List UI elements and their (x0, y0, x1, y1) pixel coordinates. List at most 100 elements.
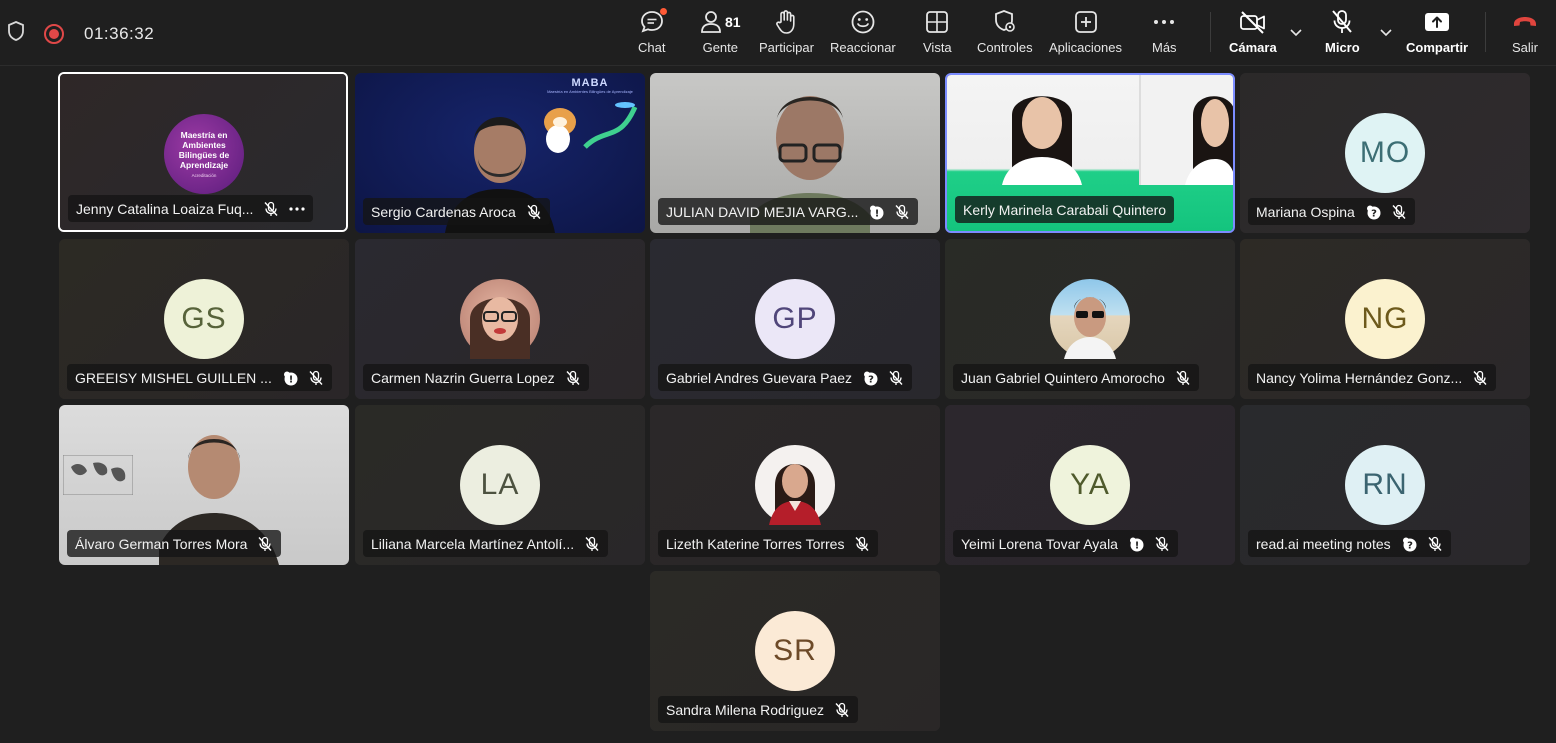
share-screen-icon (1424, 8, 1450, 36)
avatar-initials: NG (1361, 302, 1409, 335)
avatar-initials: YA (1070, 468, 1110, 501)
chat-label: Chat (638, 40, 666, 55)
participant-tile[interactable]: MABA Maestría en Ambientes Bilingües de … (355, 73, 645, 233)
wall-map-decoration (63, 455, 133, 495)
add-app-icon (1074, 8, 1098, 36)
avatar-initials: MO (1359, 136, 1411, 169)
participant-tile[interactable]: SR Sandra Milena Rodriguez (650, 571, 940, 731)
participant-tile[interactable]: Maestría en Ambientes Bilingües de Apren… (58, 72, 348, 232)
camera-off-icon (1239, 8, 1267, 36)
avatar: GP (755, 279, 835, 359)
participant-tile[interactable]: YA Yeimi Lorena Tovar Ayala ! (945, 405, 1235, 565)
participant-name: Juan Gabriel Quintero Amorocho (961, 369, 1165, 386)
participant-tile[interactable]: LA Liliana Marcela Martínez Antolí... (355, 405, 645, 565)
participant-tile[interactable]: JULIAN DAVID MEJIA VARG... ! (650, 73, 940, 233)
end-call-icon (1512, 8, 1538, 36)
participant-tile[interactable]: Juan Gabriel Quintero Amorocho (945, 239, 1235, 399)
participant-name: Carmen Nazrin Guerra Lopez (371, 369, 555, 386)
security-shield-icon[interactable] (6, 20, 26, 47)
avatar-photo (460, 279, 540, 359)
recording-icon[interactable] (44, 23, 64, 44)
leave-label: Salir (1512, 40, 1539, 55)
raise-hand-icon (774, 8, 798, 36)
participant-name: Jenny Catalina Loaiza Fuq... (76, 200, 254, 217)
svg-text:?: ? (868, 374, 874, 385)
nameplate: Lizeth Katerine Torres Torres (658, 530, 879, 557)
svg-text:!: ! (875, 208, 880, 219)
participant-tile[interactable]: Kerly Marinela Carabali Quintero (945, 73, 1235, 233)
meeting-toolbar: 01:36:32 Chat 81 Gente Participar Reacci… (0, 0, 1556, 66)
avatar-photo (1050, 279, 1130, 359)
mic-muted-icon (1391, 204, 1407, 220)
participant-name: Liliana Marcela Martínez Antolí... (371, 535, 575, 552)
nameplate: Gabriel Andres Guevara Paez ? (658, 364, 912, 391)
program-logo: Maestría en Ambientes Bilingües de Apren… (164, 114, 244, 194)
host-controls-button[interactable]: Controles (977, 8, 1033, 55)
participant-silhouette-secondary (1185, 96, 1233, 185)
mic-off-icon (1330, 8, 1354, 36)
camera-options-chevron-icon[interactable] (1290, 24, 1302, 42)
chat-button[interactable]: Chat (638, 8, 667, 55)
people-button[interactable]: 81 Gente (700, 8, 741, 55)
nameplate: read.ai meeting notes ? (1248, 530, 1451, 557)
mic-muted-icon (263, 201, 279, 217)
avatar: LA (460, 445, 540, 525)
participant-tile[interactable]: Álvaro German Torres Mora (59, 405, 349, 565)
mic-muted-icon (1427, 536, 1443, 552)
nameplate: Carmen Nazrin Guerra Lopez (363, 364, 589, 391)
participant-tile[interactable]: Carmen Nazrin Guerra Lopez (355, 239, 645, 399)
view-button[interactable]: Vista (923, 8, 952, 55)
unverified-badge-icon: ! (868, 204, 884, 220)
participant-name: Yeimi Lorena Tovar Ayala (961, 535, 1118, 552)
people-label: Gente (702, 40, 738, 55)
meeting-status: 01:36:32 (6, 20, 154, 47)
chat-icon (639, 8, 667, 36)
participant-tile[interactable]: GP Gabriel Andres Guevara Paez ? (650, 239, 940, 399)
more-dots-icon (1152, 8, 1176, 36)
participant-tile[interactable]: MO Mariana Ospina ? (1240, 73, 1530, 233)
avatar: YA (1050, 445, 1130, 525)
unverified-badge-icon: ? (862, 370, 878, 386)
nameplate: Sergio Cardenas Aroca (363, 198, 550, 225)
controls-label: Controles (977, 40, 1033, 55)
people-count: 81 (725, 14, 741, 30)
mic-label: Micro (1325, 40, 1360, 55)
share-screen-button[interactable]: Compartir (1406, 8, 1468, 55)
participant-tile[interactable]: Lizeth Katerine Torres Torres (650, 405, 940, 565)
mic-options-chevron-icon[interactable] (1380, 24, 1392, 42)
leave-button[interactable]: Salir (1512, 8, 1538, 55)
participant-name: read.ai meeting notes (1256, 535, 1391, 552)
participant-name: GREEISY MISHEL GUILLEN ... (75, 369, 272, 386)
participant-tile[interactable]: NG Nancy Yolima Hernández Gonz... (1240, 239, 1530, 399)
mic-muted-icon (526, 204, 542, 220)
nameplate: Liliana Marcela Martínez Antolí... (363, 530, 609, 557)
program-logo-text: Maestría en Ambientes Bilingües de Apren… (178, 130, 230, 170)
participant-tile[interactable]: GS GREEISY MISHEL GUILLEN ... ! (59, 239, 349, 399)
grid-view-icon (925, 8, 949, 36)
participate-button[interactable]: Participar (759, 8, 814, 55)
meeting-timer: 01:36:32 (84, 23, 155, 43)
nameplate: Nancy Yolima Hernández Gonz... (1248, 364, 1497, 391)
react-button[interactable]: Reaccionar (830, 8, 896, 55)
unverified-badge-icon: ? (1365, 204, 1381, 220)
participant-tile[interactable]: RN read.ai meeting notes ? (1240, 405, 1530, 565)
mic-muted-icon (854, 536, 870, 552)
mic-muted-icon (1175, 370, 1191, 386)
unverified-badge-icon: ! (1128, 536, 1144, 552)
shield-gear-icon (993, 8, 1017, 36)
apps-label: Aplicaciones (1049, 40, 1122, 55)
mic-button[interactable]: Micro (1325, 8, 1360, 55)
nameplate: Kerly Marinela Carabali Quintero (955, 196, 1175, 223)
apps-button[interactable]: Aplicaciones (1049, 8, 1122, 55)
mic-muted-icon (565, 370, 581, 386)
participant-silhouette (1002, 96, 1082, 185)
unverified-badge-icon: ! (282, 370, 298, 386)
participant-name: Kerly Marinela Carabali Quintero (963, 201, 1167, 218)
more-button[interactable]: Más (1152, 8, 1177, 55)
nameplate: GREEISY MISHEL GUILLEN ... ! (67, 364, 332, 391)
mic-muted-icon (257, 536, 273, 552)
mic-muted-icon (584, 536, 600, 552)
avatar: MO (1345, 113, 1425, 193)
camera-button[interactable]: Cámara (1229, 8, 1277, 55)
more-options-icon[interactable] (289, 206, 306, 211)
